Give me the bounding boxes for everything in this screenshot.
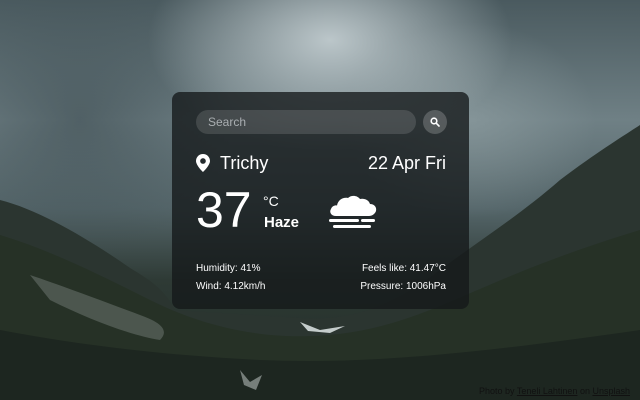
credit-middle: on xyxy=(577,386,593,396)
weather-condition: Haze xyxy=(264,214,300,231)
location-pin-icon xyxy=(196,154,210,172)
feels-like-value: Feels like: 41.47°C xyxy=(361,263,446,274)
city-name: Trichy xyxy=(220,153,269,173)
search-icon xyxy=(430,117,440,127)
search-input[interactable] xyxy=(196,110,416,134)
humidity-value: Humidity: 41% xyxy=(196,263,261,274)
pressure-value: Pressure: 1006hPa xyxy=(360,281,446,292)
author-link[interactable]: Teneli Lahtinen xyxy=(517,386,578,396)
current-date: 22 Apr Fri xyxy=(367,153,446,173)
temperature-unit: °C xyxy=(263,193,279,209)
temperature-value: 37 xyxy=(196,182,252,238)
search-button[interactable] xyxy=(423,110,447,134)
credit-prefix: Photo by xyxy=(479,386,517,396)
weather-card: Trichy 22 Apr Fri 37 °C Haze Humidity: 4… xyxy=(172,92,469,309)
photo-credit: Photo by Teneli Lahtinen on Unsplash xyxy=(479,386,630,396)
unsplash-link[interactable]: Unsplash xyxy=(592,386,630,396)
haze-cloud-icon xyxy=(329,195,377,228)
wind-value: Wind: 4.12km/h xyxy=(196,281,266,292)
